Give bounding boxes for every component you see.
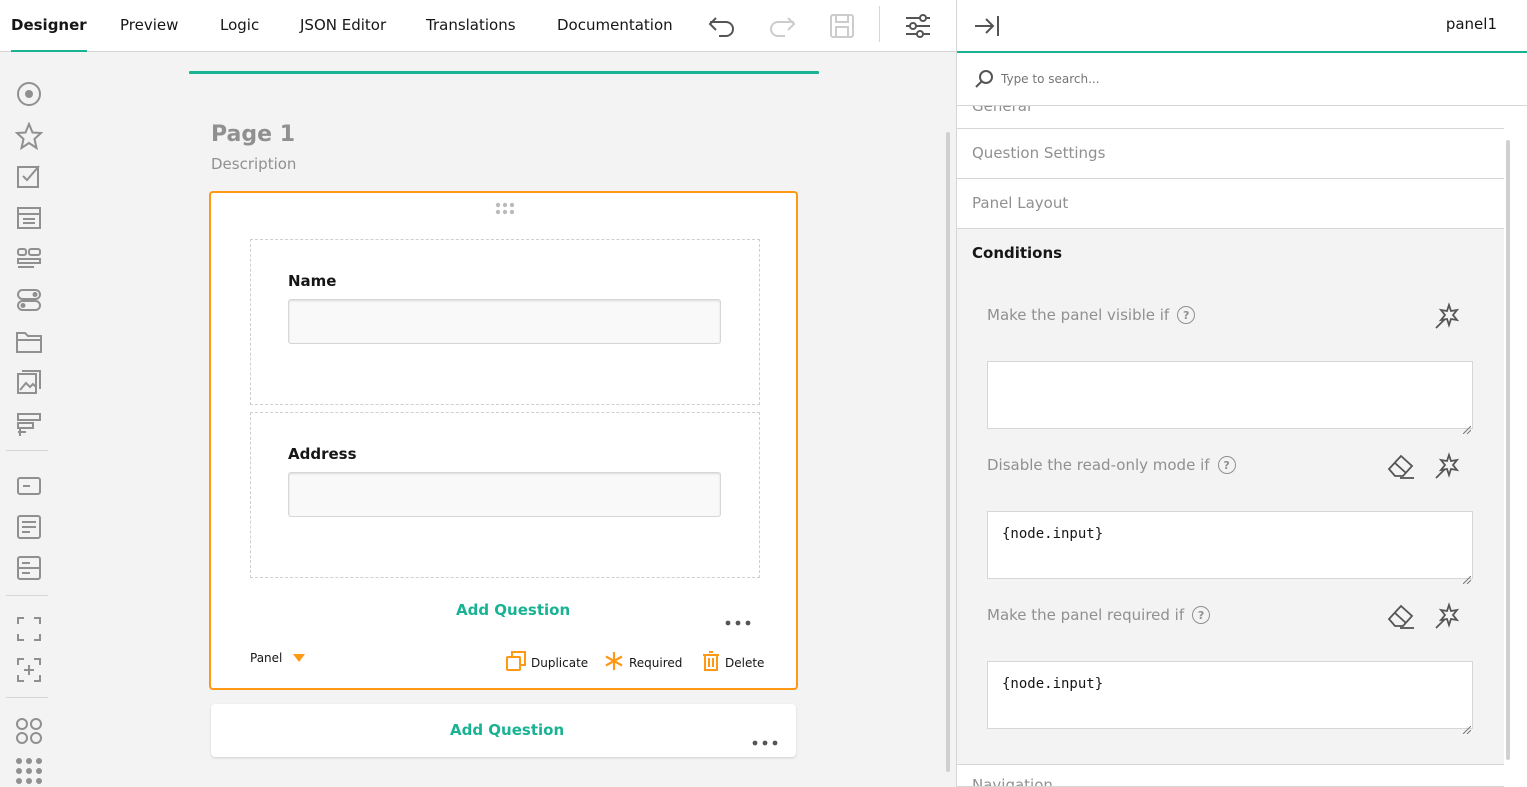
eraser-icon[interactable]	[1385, 600, 1417, 632]
duplicate-icon	[506, 651, 526, 674]
dropdown-icon[interactable]	[15, 204, 43, 232]
selected-panel[interactable]: Name Address Add Question Panel Duplicat…	[209, 191, 798, 690]
checkbox-icon[interactable]	[15, 162, 43, 190]
eraser-icon[interactable]	[1385, 450, 1417, 482]
delete-button[interactable]: Delete	[702, 651, 764, 674]
property-grid-scrollbar[interactable]	[1506, 140, 1510, 760]
comment-icon[interactable]	[15, 513, 43, 541]
settings-sliders-icon[interactable]	[900, 8, 936, 44]
save-icon[interactable]	[824, 8, 860, 44]
ranking-icon[interactable]	[15, 410, 43, 438]
more-options-icon[interactable]	[725, 611, 751, 630]
question-title[interactable]: Name	[288, 272, 336, 290]
conditions-body: Make the panel visible if ? Disable the …	[957, 278, 1504, 765]
page-progress-line	[189, 71, 819, 74]
panel-type-label: Panel	[250, 651, 283, 665]
panel-type-selector[interactable]: Panel	[250, 651, 306, 665]
rating-icon[interactable]	[15, 122, 43, 150]
section-general[interactable]: General	[957, 106, 1504, 129]
chevron-down-icon	[293, 651, 306, 665]
property-grid-header: panel1	[957, 0, 1527, 53]
visible-if-expression[interactable]	[987, 361, 1473, 429]
redo-icon[interactable]	[764, 8, 800, 44]
toolbox-divider	[6, 595, 48, 596]
panel-add-question-button[interactable]: Add Question	[456, 601, 570, 619]
resize-handle-icon[interactable]	[1462, 719, 1502, 762]
question-title[interactable]: Address	[288, 445, 357, 463]
collapse-panel-icon[interactable]	[973, 14, 1001, 42]
section-question-settings[interactable]: Question Settings	[957, 129, 1504, 179]
name-input[interactable]	[288, 299, 721, 344]
file-icon[interactable]	[15, 328, 43, 356]
section-conditions[interactable]: Conditions	[957, 229, 1504, 279]
tab-preview[interactable]: Preview	[120, 0, 178, 52]
enable-if-label: Disable the read-only mode if ?	[987, 456, 1236, 474]
tab-documentation[interactable]: Documentation	[557, 0, 673, 52]
search-icon	[974, 69, 994, 93]
tab-translations[interactable]: Translations	[426, 0, 516, 52]
required-button[interactable]: Required	[604, 651, 682, 674]
image-picker-icon[interactable]	[15, 368, 43, 396]
toolbox-divider	[6, 450, 48, 451]
page-add-question-button[interactable]: Add Question	[450, 721, 564, 739]
question-toolbox	[0, 52, 58, 787]
section-panel-layout[interactable]: Panel Layout	[957, 179, 1504, 229]
matrix-icon[interactable]	[15, 717, 43, 745]
help-icon[interactable]: ?	[1192, 606, 1211, 624]
matrix-dropdown-icon[interactable]	[15, 757, 43, 785]
undo-icon[interactable]	[704, 8, 740, 44]
magic-wand-icon[interactable]	[1431, 300, 1463, 332]
boolean-icon[interactable]	[15, 286, 43, 314]
top-tab-bar: Designer Preview Logic JSON Editor Trans…	[0, 0, 956, 52]
page-title[interactable]: Page 1	[211, 122, 295, 147]
tab-logic[interactable]: Logic	[220, 0, 259, 52]
question-name[interactable]: Name	[250, 239, 760, 405]
page-description[interactable]: Description	[211, 155, 296, 173]
panel-icon[interactable]	[15, 615, 43, 643]
visible-if-label: Make the panel visible if ?	[987, 306, 1196, 324]
address-input[interactable]	[288, 472, 721, 517]
magic-wand-icon[interactable]	[1431, 450, 1463, 482]
magic-wand-icon[interactable]	[1431, 600, 1463, 632]
selected-object-title: panel1	[1445, 15, 1497, 33]
toolbar-divider	[879, 6, 880, 42]
property-search	[957, 53, 1527, 106]
property-grid: panel1 General Question Settings Panel L…	[956, 0, 1527, 787]
enable-if-expression[interactable]: {node.input}	[987, 511, 1473, 579]
tab-designer[interactable]: Designer	[11, 0, 87, 52]
panel-dynamic-icon[interactable]	[15, 656, 43, 684]
more-options-icon[interactable]	[752, 731, 778, 750]
required-if-label: Make the panel required if ?	[987, 606, 1211, 624]
help-icon[interactable]: ?	[1217, 456, 1236, 474]
text-input-icon[interactable]	[15, 472, 43, 500]
radiogroup-icon[interactable]	[15, 80, 43, 108]
question-address[interactable]: Address	[250, 412, 760, 578]
section-navigation[interactable]: Navigation	[957, 766, 1504, 787]
help-icon[interactable]: ?	[1177, 306, 1196, 324]
design-canvas: Page 1 Description Name Address Add Ques…	[58, 52, 956, 787]
required-if-expression[interactable]: {node.input}	[987, 661, 1473, 729]
toolbox-divider	[6, 697, 48, 698]
multiple-text-icon[interactable]	[15, 554, 43, 582]
asterisk-icon	[604, 651, 624, 674]
tagbox-icon[interactable]	[15, 244, 43, 272]
page-add-question-card[interactable]: Add Question	[211, 704, 796, 757]
search-input[interactable]	[1001, 72, 1401, 86]
tab-json-editor[interactable]: JSON Editor	[300, 0, 386, 52]
drag-handle-icon[interactable]	[495, 201, 515, 220]
trash-icon	[702, 651, 720, 674]
canvas-scrollbar[interactable]	[946, 132, 950, 772]
duplicate-button[interactable]: Duplicate	[506, 651, 588, 674]
